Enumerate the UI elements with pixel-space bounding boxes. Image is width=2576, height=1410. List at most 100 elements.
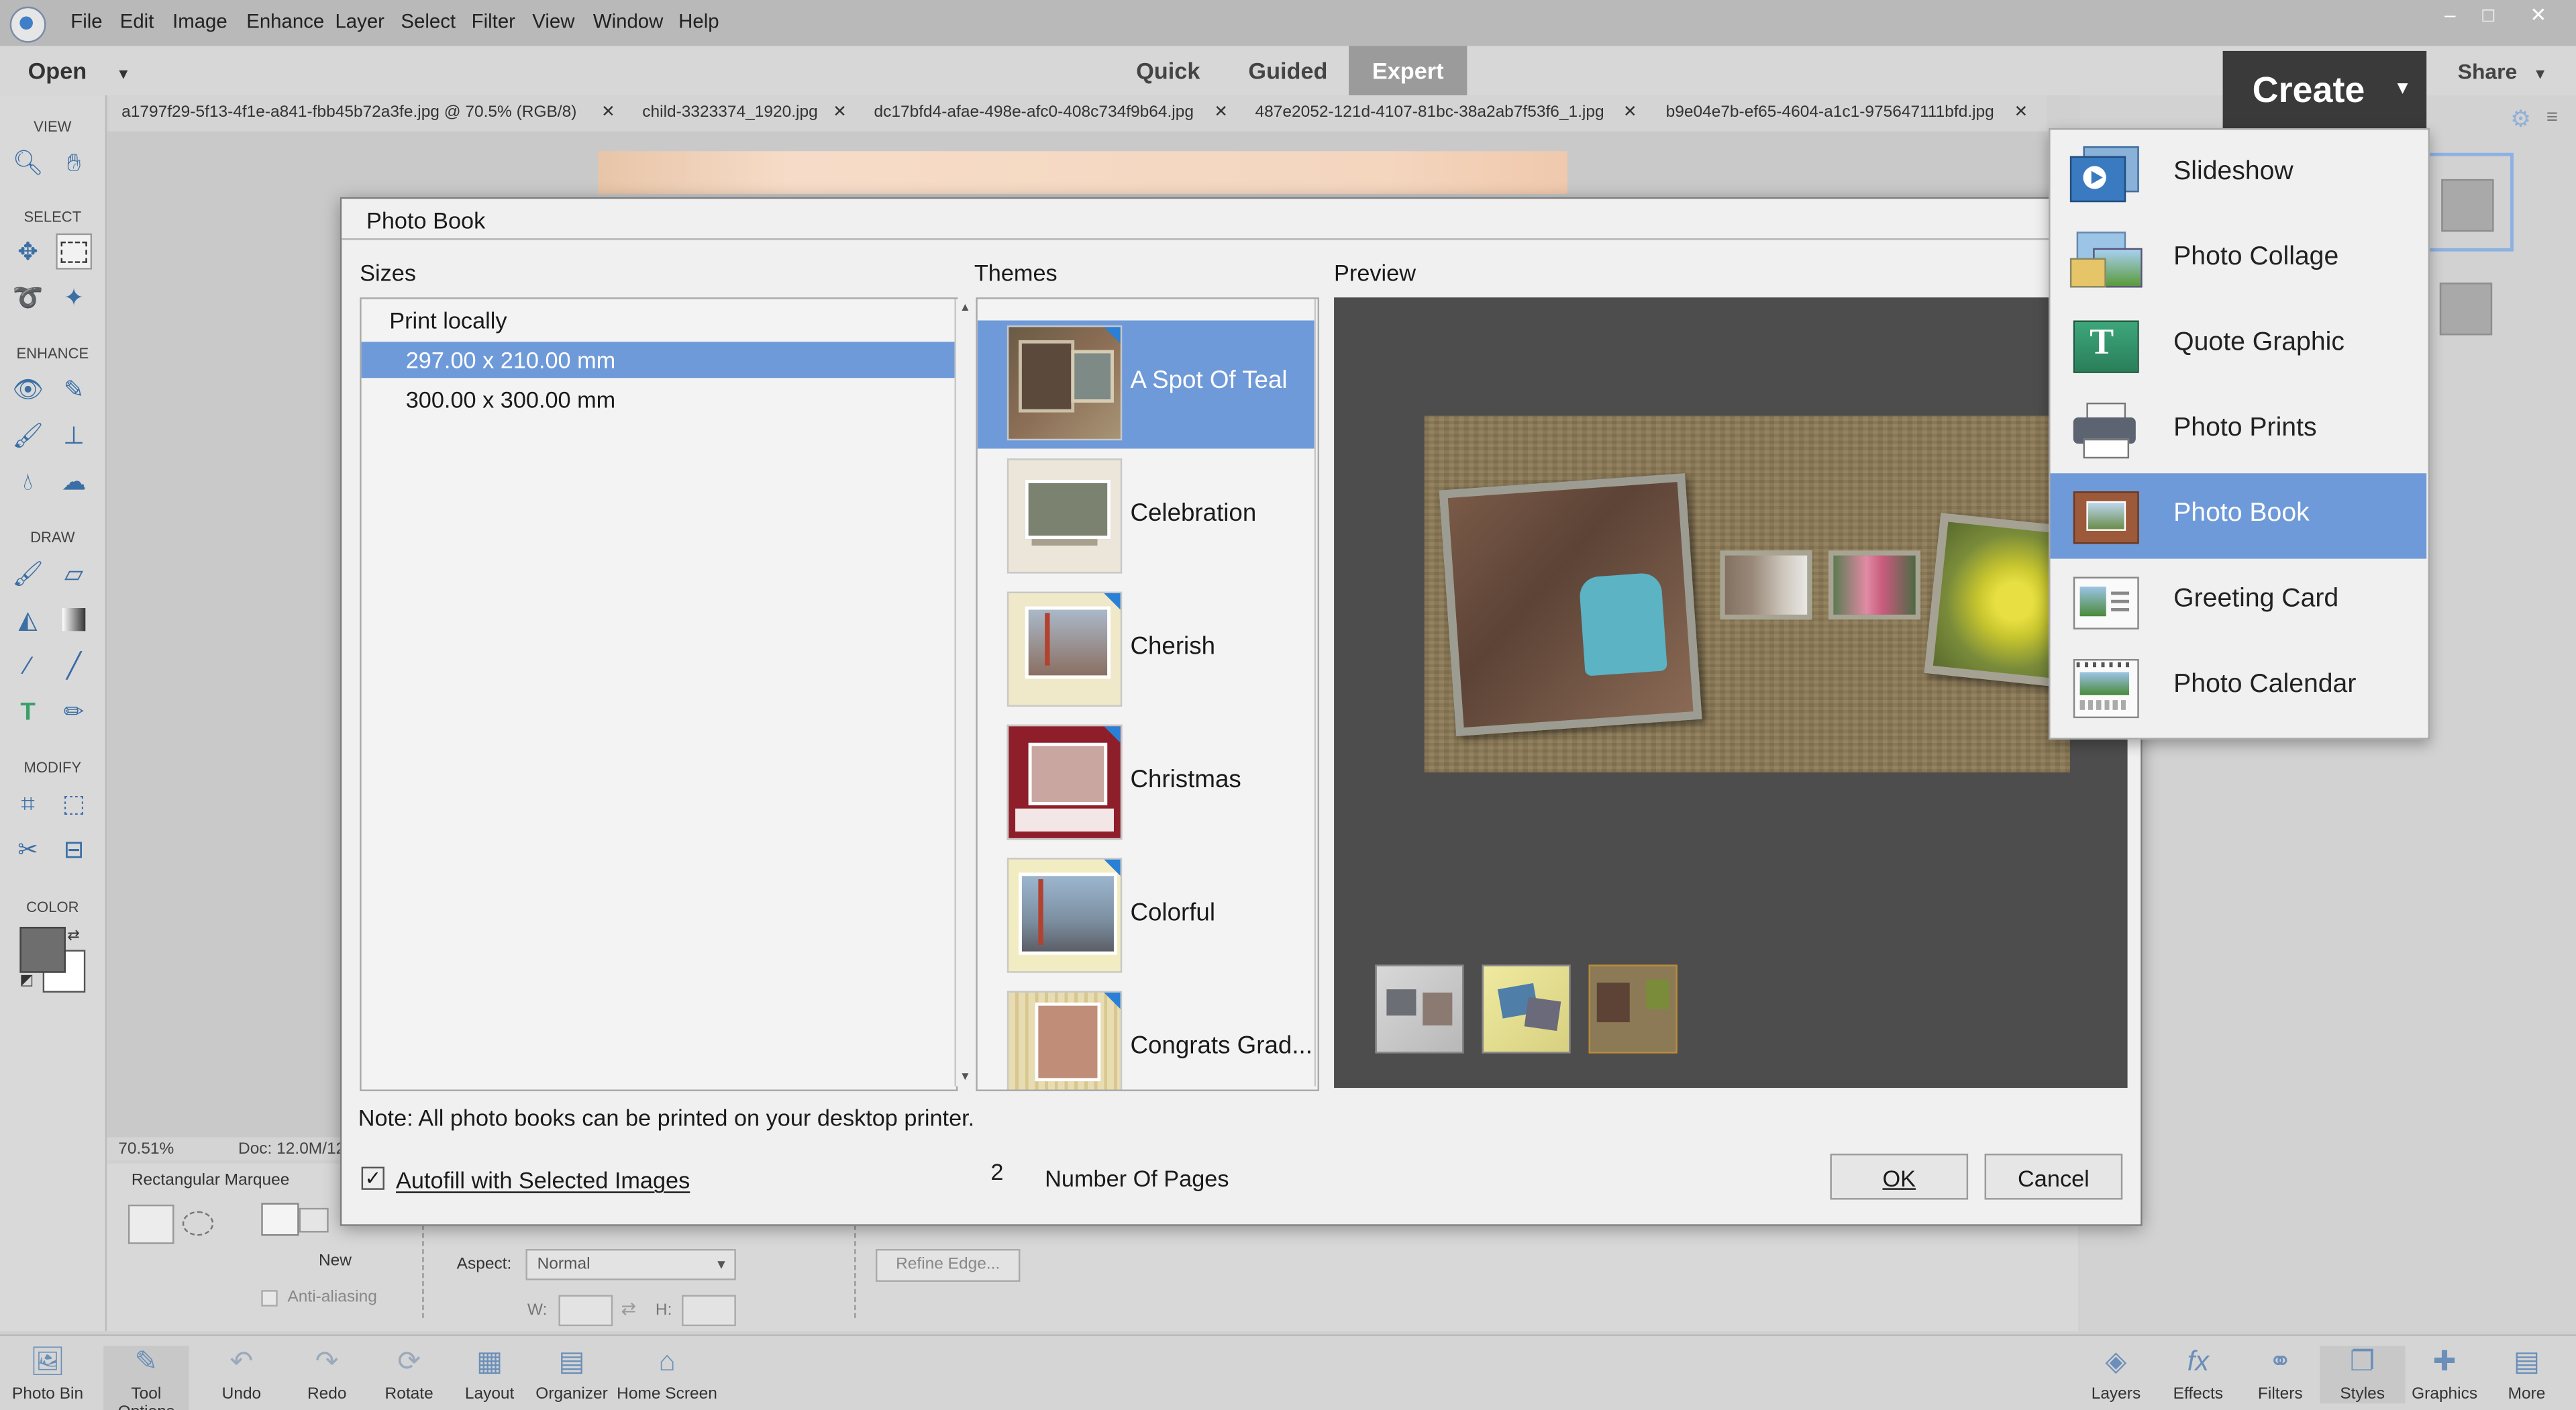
- list-item[interactable]: A Spot Of Teal: [977, 320, 1315, 449]
- scroll-up-icon[interactable]: ▲: [1316, 303, 1317, 314]
- close-icon[interactable]: ✕: [1623, 95, 1637, 132]
- height-input[interactable]: [682, 1295, 736, 1327]
- doc-tab[interactable]: 487e2052-121d-4107-81bc-38a2ab7f53f6_1.j…: [1255, 95, 1604, 132]
- menu-layer[interactable]: Layer: [335, 10, 384, 33]
- scroll-down-icon[interactable]: ▼: [956, 1072, 974, 1083]
- eyedropper-icon[interactable]: ⁄: [10, 648, 46, 684]
- close-icon[interactable]: ✕: [833, 95, 847, 132]
- brush-icon[interactable]: 🖌︎: [10, 556, 46, 592]
- gradient-icon[interactable]: [56, 601, 92, 638]
- red-eye-icon[interactable]: 👁︎: [10, 371, 46, 407]
- list-item[interactable]: Print locally: [362, 303, 956, 339]
- straighten-icon[interactable]: ⊟: [56, 832, 92, 868]
- recompose-icon[interactable]: ⬚: [56, 785, 92, 821]
- layout-button[interactable]: ▦ Layout: [447, 1346, 532, 1404]
- zoom-readout[interactable]: 70.51%: [118, 1140, 174, 1158]
- document-image[interactable]: [598, 151, 1567, 194]
- content-aware-move-icon[interactable]: ✂︎: [10, 832, 46, 868]
- rotate-button[interactable]: ⟳ Rotate: [366, 1346, 452, 1404]
- ok-button[interactable]: OK: [1830, 1154, 1969, 1200]
- sponge-icon[interactable]: ☁︎: [56, 464, 92, 500]
- menu-item-photo-calendar[interactable]: Photo Calendar: [2051, 644, 2427, 729]
- close-icon[interactable]: ✕: [2014, 95, 2028, 132]
- chevron-down-icon[interactable]: ▼: [2393, 51, 2412, 128]
- close-icon[interactable]: ✕: [1214, 95, 1228, 132]
- more-button[interactable]: ▤ More: [2484, 1346, 2569, 1404]
- menu-window[interactable]: Window: [593, 10, 664, 33]
- cancel-button[interactable]: Cancel: [1984, 1154, 2123, 1200]
- menu-item-photo-book[interactable]: Photo Book: [2050, 473, 2427, 559]
- filters-button[interactable]: ⚭ Filters: [2238, 1346, 2323, 1404]
- new-selection-icon[interactable]: [261, 1203, 299, 1236]
- page-thumbnail[interactable]: [1482, 964, 1571, 1054]
- autofill-label[interactable]: Autofill with Selected Images: [396, 1167, 690, 1193]
- undo-button[interactable]: ↶ Undo: [199, 1346, 284, 1404]
- line-icon[interactable]: ╱: [56, 648, 92, 684]
- lasso-icon[interactable]: ➰: [10, 279, 46, 315]
- menu-edit[interactable]: Edit: [120, 10, 154, 33]
- list-item[interactable]: Cherish: [978, 587, 1315, 715]
- menu-filter[interactable]: Filter: [472, 10, 515, 33]
- type-icon[interactable]: T: [10, 693, 46, 729]
- blur-icon[interactable]: 💧︎: [10, 464, 46, 500]
- zoom-icon[interactable]: 🔍︎: [10, 144, 46, 181]
- rectangular-marquee-icon[interactable]: [56, 233, 93, 270]
- menu-help[interactable]: Help: [678, 10, 719, 33]
- healing-brush-icon[interactable]: ✎: [56, 371, 92, 407]
- scroll-thumb[interactable]: [1317, 325, 1318, 464]
- list-item[interactable]: Celebration: [978, 454, 1315, 582]
- menu-file[interactable]: File: [70, 10, 102, 33]
- close-window-button[interactable]: ✕: [2530, 3, 2546, 26]
- width-input[interactable]: [558, 1295, 613, 1327]
- rect-marquee-option[interactable]: [127, 1204, 174, 1244]
- clone-stamp-icon[interactable]: ⊥: [56, 417, 92, 454]
- magic-wand-icon[interactable]: ✦: [56, 279, 92, 315]
- tool-options-button[interactable]: ✎ Tool Options: [103, 1346, 189, 1410]
- open-button[interactable]: Open ▼: [28, 58, 131, 84]
- elliptical-marquee-option[interactable]: [182, 1211, 214, 1236]
- autofill-checkbox[interactable]: ✓: [361, 1166, 384, 1190]
- menu-item-greeting-card[interactable]: Greeting Card: [2051, 559, 2427, 644]
- refine-edge-button[interactable]: Refine Edge...: [875, 1249, 1021, 1282]
- menu-view[interactable]: View: [532, 10, 574, 33]
- move-icon[interactable]: ✥: [10, 234, 46, 270]
- menu-item-photo-collage[interactable]: Photo Collage: [2051, 217, 2427, 302]
- page-thumbnail[interactable]: [1375, 964, 1464, 1054]
- doc-tab[interactable]: a1797f29-5f13-4f1e-a841-fbb45b72a3fe.jpg…: [121, 95, 576, 132]
- create-button[interactable]: Create ▼: [2222, 50, 2427, 129]
- menu-item-slideshow[interactable]: Slideshow: [2051, 132, 2427, 217]
- minimize-button[interactable]: –: [2444, 3, 2455, 26]
- default-colors-icon[interactable]: ◩: [19, 971, 34, 989]
- swap-colors-icon[interactable]: ⇄: [67, 927, 79, 945]
- close-icon[interactable]: ✕: [601, 95, 615, 132]
- doc-tab[interactable]: dc17bfd4-afae-498e-afc0-408c734f9b64.jpg: [874, 95, 1194, 132]
- layers-button[interactable]: ◈ Layers: [2073, 1346, 2159, 1404]
- tab-guided[interactable]: Guided: [1234, 46, 1343, 95]
- sizes-scrollbar[interactable]: ▲ ▼: [954, 299, 974, 1087]
- eraser-icon[interactable]: ▱: [56, 556, 92, 592]
- doc-tab[interactable]: b9e04e7b-ef65-4604-a1c1-975647111bfd.jpg: [1666, 95, 1994, 132]
- hand-icon[interactable]: ✋︎: [56, 144, 92, 181]
- themes-scrollbar[interactable]: ▲ ▼: [1314, 299, 1318, 1087]
- list-item[interactable]: Congrats Grad...: [978, 986, 1315, 1090]
- menu-enhance[interactable]: Enhance: [246, 10, 324, 33]
- antialias-checkbox[interactable]: [261, 1290, 278, 1307]
- list-item[interactable]: 300.00 x 300.00 mm: [362, 381, 956, 417]
- swap-dimensions-icon[interactable]: ⇄: [621, 1298, 636, 1319]
- tab-quick[interactable]: Quick: [1119, 46, 1217, 95]
- paint-bucket-icon[interactable]: ◭: [10, 601, 46, 638]
- layer-thumbnail[interactable]: [2439, 283, 2493, 336]
- foreground-color-swatch[interactable]: [19, 927, 66, 973]
- smart-brush-icon[interactable]: 🖌︎: [10, 417, 46, 454]
- page-thumbnail[interactable]: [1588, 964, 1678, 1054]
- list-item[interactable]: Christmas: [978, 720, 1315, 848]
- list-item[interactable]: 297.00 x 210.00 mm: [361, 342, 956, 379]
- organizer-button[interactable]: ▤ Organizer: [529, 1346, 614, 1404]
- share-button[interactable]: Share ▼: [2458, 59, 2548, 84]
- list-item[interactable]: Colorful: [978, 853, 1315, 981]
- chevron-down-icon[interactable]: ▼: [116, 66, 131, 82]
- menu-lines-icon[interactable]: ≡: [2546, 105, 2558, 128]
- menu-select[interactable]: Select: [401, 10, 456, 33]
- effects-button[interactable]: fx Effects: [2155, 1346, 2240, 1404]
- add-selection-icon[interactable]: [299, 1207, 329, 1233]
